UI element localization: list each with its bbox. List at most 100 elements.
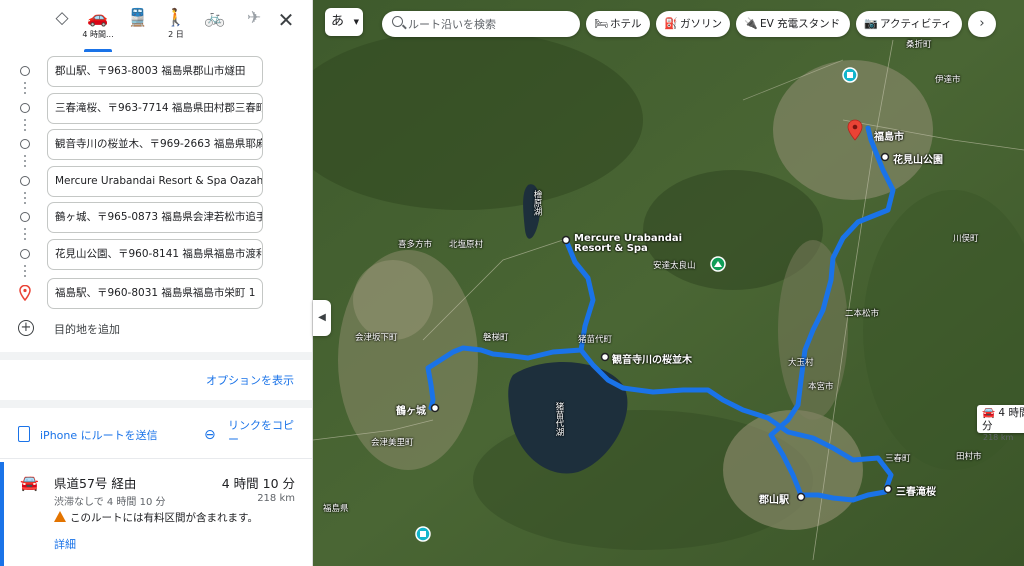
- train-icon: 🚆: [127, 8, 149, 28]
- hotel-stop-marker[interactable]: [561, 235, 571, 245]
- chevron-right-icon: ›: [979, 16, 985, 31]
- tsurugajo-stop-marker[interactable]: [430, 403, 440, 413]
- route-details-link[interactable]: 詳細: [54, 536, 76, 552]
- walking-mode-button[interactable]: 🚶 2 日: [158, 6, 194, 46]
- stop-circle-icon: [20, 139, 30, 149]
- route-time: 4 時間 10 分: [221, 476, 295, 491]
- chip-label: ホテル: [610, 18, 642, 30]
- stop-input-2[interactable]: 三春滝桜、〒963-7714 福島県田村郡三春町: [47, 93, 263, 124]
- send-to-phone-button[interactable]: iPhone にルートを送信: [40, 427, 158, 443]
- add-destination-label: 目的地を追加: [54, 323, 120, 336]
- driving-mode-button[interactable]: 🚗 4 時間...: [80, 6, 116, 52]
- search-along-route[interactable]: [382, 11, 580, 37]
- stop-circle-icon: [20, 249, 30, 259]
- chip-label: ガソリン: [680, 18, 722, 30]
- chip-activities[interactable]: 📷 アクティビティ: [856, 11, 962, 37]
- stop-input-6[interactable]: 花見山公園、〒960-8141 福島県福島市渡利: [47, 239, 263, 270]
- stop-input-3[interactable]: 観音寺川の桜並木、〒969-2663 福島県耶麻郡: [47, 129, 263, 160]
- chips-next-button[interactable]: ›: [968, 11, 996, 37]
- plus-icon: +: [18, 320, 34, 336]
- map-label-kitakata: 喜多方市: [398, 240, 433, 250]
- copy-link-button[interactable]: リンクをコピー: [228, 419, 300, 447]
- map-label-kawamata: 川俣町: [953, 234, 979, 244]
- park-glyph: [420, 531, 426, 537]
- toll-warning: このルートには有料区間が含まれます。: [54, 510, 258, 525]
- stop-circle-icon: [20, 103, 30, 113]
- route-info-time: 🚘 4 時間 10 分: [982, 407, 1024, 433]
- stop-circle-icon: [20, 176, 30, 186]
- phone-icon: [18, 426, 30, 442]
- stop-circle-icon: [20, 212, 30, 222]
- chip-ev-charging[interactable]: 🔌 EV 充電スタンド: [736, 11, 850, 37]
- map-label-nihonmatsu: 二本松市: [845, 309, 880, 319]
- map-label-kitashiobara: 北塩原村: [449, 240, 484, 250]
- bicycle-icon: 🚲: [204, 8, 226, 28]
- map-label-adatara: 安達太良山: [653, 261, 696, 271]
- stop-row-2: 三春滝桜、〒963-7714 福島県田村郡三春町: [0, 91, 312, 125]
- stop-row-1: 郡山駅、〒963-8003 福島県郡山市燧田: [0, 54, 312, 88]
- map-label-inawashiro-town: 猪苗代町: [578, 335, 613, 345]
- warning-icon: [54, 511, 66, 522]
- add-destination-button[interactable]: + 目的地を追加: [18, 318, 278, 340]
- close-directions-button[interactable]: ✕: [274, 8, 298, 32]
- map-label-motomiya: 本宮市: [808, 382, 834, 392]
- miharu-stop-marker[interactable]: [883, 484, 893, 494]
- dropdown-caret-icon: ▼: [353, 18, 359, 26]
- car-icon: 🚗: [87, 8, 109, 28]
- pin-center: [852, 124, 858, 130]
- route-info-distance: 218 km: [983, 433, 1014, 442]
- cherry-trees-stop-marker[interactable]: [600, 352, 610, 362]
- map-label-koriyama-station: 郡山駅: [759, 495, 789, 506]
- map-label-hanamiyama: 花見山公園: [893, 155, 943, 166]
- diamond-route-icon: ◇: [55, 8, 69, 28]
- collapse-panel-button[interactable]: ◀: [313, 300, 331, 336]
- route-info-callout[interactable]: 🚘 4 時間 10 分 218 km: [977, 405, 1024, 442]
- stop-input-4[interactable]: Mercure Urabandai Resort & Spa Oazahibar…: [47, 166, 263, 197]
- transit-mode-button[interactable]: 🚆: [120, 6, 156, 46]
- show-options-link[interactable]: オプションを表示: [206, 372, 294, 388]
- gas-station-icon: ⛽: [664, 17, 678, 30]
- map-label-aizumisato: 会津美里町: [371, 438, 414, 448]
- stop-row-7: 福島駅、〒960-8031 福島県福島市栄町 1: [0, 276, 312, 310]
- flight-mode-button[interactable]: ✈: [236, 6, 272, 46]
- best-mode-button[interactable]: ◇: [44, 6, 80, 46]
- divider: [0, 458, 312, 459]
- walking-icon: 🚶: [165, 8, 187, 28]
- map-label-otama: 大玉村: [788, 358, 814, 368]
- map-label-tsurugajo: 鶴ヶ城: [396, 406, 426, 417]
- stop-input-5[interactable]: 鶴ヶ城、〒965-0873 福島県会津若松市追手町: [47, 202, 263, 233]
- route-via-label: 県道57号 経由: [54, 476, 137, 491]
- travel-mode-bar: ◇ 🚗 4 時間... 🚆 🚶 2 日 🚲 ✈ ✕: [0, 0, 312, 52]
- section-divider: [0, 352, 312, 360]
- stop-row-3: 観音寺川の桜並木、〒969-2663 福島県耶麻郡: [0, 127, 312, 161]
- chip-hotels[interactable]: 🛏 ホテル: [586, 11, 650, 37]
- cycling-mode-button[interactable]: 🚲: [197, 6, 233, 46]
- hanamiyama-stop-marker[interactable]: [880, 152, 890, 162]
- driving-duration: 4 時間...: [82, 30, 114, 39]
- urban-area: [353, 260, 433, 340]
- route-info-time-text: 4 時間 10 分: [982, 407, 1024, 432]
- stop-circle-icon: [20, 66, 30, 76]
- stop-input-7[interactable]: 福島駅、〒960-8031 福島県福島市栄町 1: [47, 278, 263, 309]
- chip-label: アクティビティ: [880, 18, 952, 30]
- input-language-button[interactable]: あ ▼: [325, 8, 363, 36]
- satellite-map[interactable]: 福島市 花見山公園 Mercure Urabandai Resort & Spa…: [313, 0, 1024, 566]
- search-icon: [392, 16, 403, 27]
- hotel-icon: 🛏: [594, 17, 608, 30]
- koriyama-stop-marker[interactable]: [796, 492, 806, 502]
- stop-row-4: Mercure Urabandai Resort & Spa Oazahibar…: [0, 164, 312, 198]
- stop-row-6: 花見山公園、〒960-8141 福島県福島市渡利: [0, 237, 312, 271]
- directions-panel: ◇ 🚗 4 時間... 🚆 🚶 2 日 🚲 ✈ ✕ 郡山駅、〒963-8003 …: [0, 0, 313, 566]
- map-label-mercure-2: Resort & Spa: [574, 243, 648, 254]
- chip-gas[interactable]: ⛽ ガソリン: [656, 11, 730, 37]
- ev-charging-icon: 🔌: [744, 17, 758, 30]
- lang-label: あ: [331, 14, 345, 29]
- map-label-koori: 桑折町: [906, 40, 932, 50]
- stop-input-1[interactable]: 郡山駅、〒963-8003 福島県郡山市燧田: [47, 56, 263, 87]
- map-label-aizubange: 会津坂下町: [355, 333, 398, 343]
- route-option-card[interactable]: 🚘 県道57号 経由 4 時間 10 分 渋滞なしで 4 時間 10 分 218…: [0, 462, 312, 566]
- map-label-tamura: 田村市: [956, 452, 982, 462]
- chip-label: EV 充電スタンド: [760, 18, 841, 30]
- search-along-route-input[interactable]: [408, 14, 573, 34]
- map-label-hibara: 檜原湖: [532, 190, 542, 216]
